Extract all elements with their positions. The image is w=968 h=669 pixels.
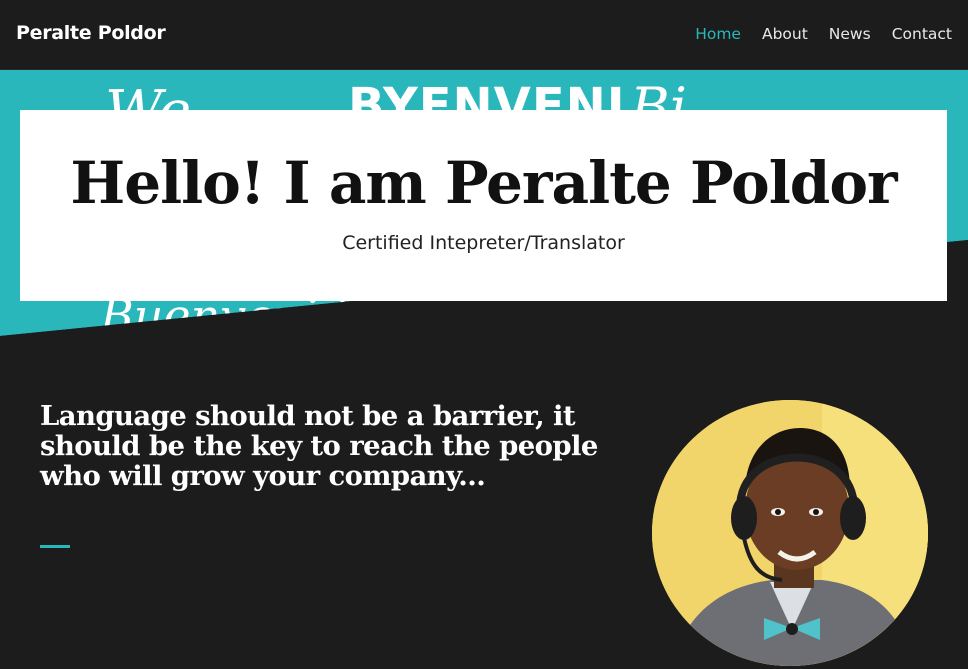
nav-link-about[interactable]: About	[762, 25, 808, 43]
nav-link-news[interactable]: News	[829, 25, 871, 43]
accent-divider	[40, 545, 70, 548]
nav-menu: Home About News Contact	[674, 25, 952, 43]
hero-subtitle: Certified Intepreter/Translator	[342, 232, 625, 254]
mission-quote: Language should not be a barrier, it sho…	[40, 400, 598, 492]
profile-photo	[652, 400, 928, 666]
hero-card: Hello! I am Peralte Poldor Certified Int…	[20, 110, 947, 301]
hero-title: Hello! I am Peralte Poldor	[70, 149, 897, 217]
profile-photo-illustration	[652, 400, 928, 666]
hero-section: We BYENVENI Bi Buenvenido Hello! I am Pe…	[0, 70, 968, 345]
nav-link-contact[interactable]: Contact	[892, 25, 952, 43]
nav-link-home[interactable]: Home	[695, 25, 741, 43]
site-brand[interactable]: Peralte Poldor	[16, 22, 166, 44]
navbar: Peralte Poldor Home About News Contact	[0, 0, 968, 70]
